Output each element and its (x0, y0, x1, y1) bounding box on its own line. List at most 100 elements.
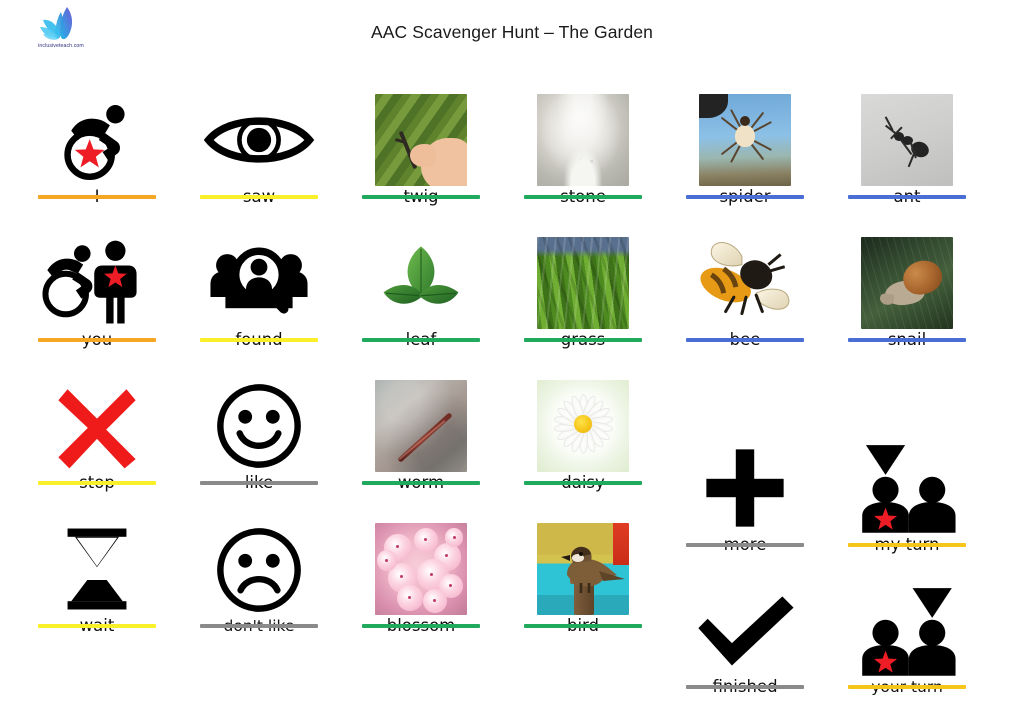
card-artwork (826, 585, 988, 677)
aac-card[interactable]: snail (826, 205, 988, 348)
card-artwork (826, 236, 988, 329)
twig-photo (375, 93, 467, 186)
card-color-rule (362, 195, 480, 199)
page-header: inclusiveteach.com AAC Scavenger Hunt – … (0, 0, 1024, 70)
card-artwork (340, 522, 502, 615)
aac-card[interactable]: more (664, 410, 826, 553)
bird-photo (537, 522, 629, 615)
card-color-rule (524, 481, 642, 485)
card-color-rule (848, 543, 966, 547)
card-artwork (16, 523, 178, 615)
aac-card[interactable]: ant (826, 62, 988, 205)
card-artwork (178, 94, 340, 186)
card-color-rule (686, 195, 804, 199)
card-artwork (502, 522, 664, 615)
daisy-photo (537, 379, 629, 472)
card-artwork (664, 584, 826, 676)
aac-card[interactable]: leaf (340, 205, 502, 348)
symbol-grid: I you stop wait saw (0, 62, 1024, 709)
card-color-rule (686, 338, 804, 342)
card-color-rule (686, 543, 804, 547)
aac-card[interactable]: worm (340, 348, 502, 491)
aac-card[interactable]: found (178, 205, 340, 348)
card-artwork (178, 237, 340, 329)
logo-wordmark: inclusiveteach.com (38, 42, 84, 50)
ant-photo (861, 93, 953, 186)
aac-card[interactable]: your turn (826, 552, 988, 695)
leaf-illustration (383, 246, 459, 304)
card-color-rule (38, 195, 156, 199)
snail-photo (861, 236, 953, 329)
aac-card[interactable]: bird (502, 491, 664, 634)
card-color-rule (200, 624, 318, 628)
spider-photo (699, 93, 791, 186)
aac-card[interactable]: finished (664, 552, 826, 695)
card-color-rule (362, 624, 480, 628)
card-artwork (16, 94, 178, 186)
magnifier-people-icon (210, 247, 308, 314)
stone-photo (537, 93, 629, 186)
card-color-rule (38, 624, 156, 628)
hourglass-icon (67, 528, 127, 610)
card-color-rule (362, 338, 480, 342)
card-artwork (340, 93, 502, 186)
card-color-rule (200, 195, 318, 199)
check-mark-icon (698, 596, 794, 666)
red-cross-icon (58, 388, 136, 469)
aac-card[interactable]: you (16, 205, 178, 348)
card-artwork (178, 524, 340, 616)
card-color-rule (524, 195, 642, 199)
card-color-rule (200, 338, 318, 342)
aac-card[interactable]: twig (340, 62, 502, 205)
aac-card[interactable]: saw (178, 62, 340, 205)
plus-sign-icon (706, 449, 784, 527)
two-people-arrow-left-star-icon (862, 444, 956, 533)
card-artwork (502, 379, 664, 472)
card-color-rule (686, 685, 804, 689)
card-artwork (664, 237, 826, 329)
card-artwork (16, 380, 178, 472)
card-artwork (664, 442, 826, 534)
card-color-rule (200, 481, 318, 485)
card-color-rule (524, 624, 642, 628)
wheelchair-and-person-star-icon (42, 240, 137, 324)
aac-card[interactable]: don't like (178, 491, 340, 634)
card-artwork (826, 442, 988, 534)
aac-card[interactable]: blossom (340, 491, 502, 634)
card-color-rule (524, 338, 642, 342)
card-color-rule (848, 685, 966, 689)
smiley-face-icon (217, 383, 301, 468)
eye-icon (203, 117, 315, 163)
wheelchair-user-star-icon (64, 104, 125, 180)
card-color-rule (38, 338, 156, 342)
card-color-rule (848, 195, 966, 199)
two-people-arrow-right-star-icon (862, 587, 956, 676)
worm-photo (375, 379, 467, 472)
card-color-rule (362, 481, 480, 485)
aac-card[interactable]: like (178, 348, 340, 491)
aac-scavenger-hunt-board: inclusiveteach.com AAC Scavenger Hunt – … (0, 0, 1024, 709)
aac-card[interactable]: I (16, 62, 178, 205)
aac-card[interactable]: spider (664, 62, 826, 205)
card-color-rule (848, 338, 966, 342)
card-artwork (826, 93, 988, 186)
aac-card[interactable]: my turn (826, 410, 988, 553)
card-artwork (340, 379, 502, 472)
sad-face-icon (217, 527, 301, 612)
card-artwork (340, 237, 502, 329)
blossom-photo (375, 522, 467, 615)
card-artwork (502, 236, 664, 329)
card-artwork (178, 380, 340, 472)
aac-card[interactable]: stone (502, 62, 664, 205)
card-artwork (664, 93, 826, 186)
grass-photo (537, 236, 629, 329)
bee-illustration (700, 241, 790, 315)
aac-card[interactable]: stop (16, 348, 178, 491)
card-color-rule (38, 481, 156, 485)
aac-card[interactable]: daisy (502, 348, 664, 491)
aac-card[interactable]: bee (664, 205, 826, 348)
aac-card[interactable]: wait (16, 491, 178, 634)
aac-card[interactable]: grass (502, 205, 664, 348)
card-artwork (502, 93, 664, 186)
page-title: AAC Scavenger Hunt – The Garden (371, 22, 653, 42)
